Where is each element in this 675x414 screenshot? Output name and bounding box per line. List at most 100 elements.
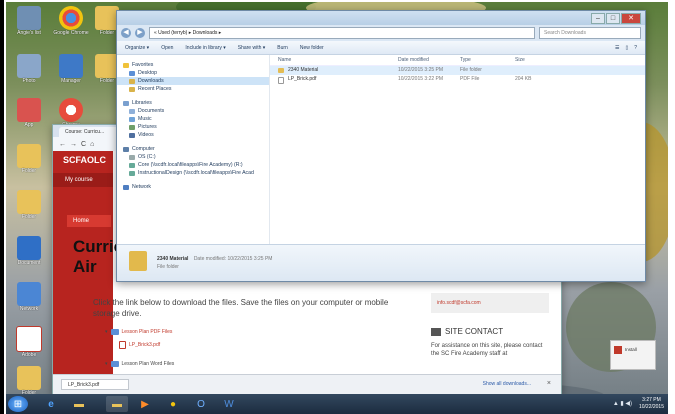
file-row[interactable]: LP_Brick.pdf 10/22/2015 3:22 PM PDF File…	[270, 75, 645, 84]
nav-instructional-drive[interactable]: InstructionalDesign (\\scdfr.local\filea…	[117, 169, 269, 177]
new-folder-button[interactable]: New folder	[300, 45, 324, 51]
chrome-icon	[59, 98, 83, 122]
clock[interactable]: 3:27 PM 10/22/2015	[639, 397, 664, 411]
nav-core-drive[interactable]: Core (\\scdfr.local\fileapps\Fire Academ…	[117, 161, 269, 169]
taskbar-ie[interactable]: e	[40, 396, 62, 412]
nav-recent[interactable]: Recent Places	[117, 85, 269, 93]
column-type[interactable]: Type	[460, 57, 471, 63]
taskbar-explorer-active[interactable]: ▬	[106, 396, 128, 412]
star-icon	[123, 62, 129, 68]
desktop-icon-label: Adobe	[21, 352, 37, 358]
nav-libraries[interactable]: Libraries	[117, 99, 269, 107]
start-button[interactable]: ⊞	[8, 396, 28, 412]
share-button[interactable]: Share with ▾	[238, 45, 266, 51]
desktop-icon[interactable]: Folder	[8, 144, 50, 174]
column-date[interactable]: Date modified	[398, 57, 429, 63]
nav-documents[interactable]: Documents	[117, 107, 269, 115]
pictures-icon	[129, 124, 135, 130]
file-row[interactable]: 2340 Material 10/22/2015 3:25 PM File fo…	[270, 66, 645, 75]
nav-label: Network	[132, 184, 152, 190]
nav-downloads[interactable]: Downloads	[117, 77, 269, 85]
window-titlebar[interactable]: – □ ✕	[117, 11, 645, 25]
details-name: 2340 Material	[157, 256, 189, 262]
folder-icon	[110, 329, 119, 335]
desktop-icon[interactable]: Document	[8, 236, 50, 266]
taskbar-outlook[interactable]: O	[190, 396, 212, 412]
taskbar-media[interactable]: ▶	[134, 396, 156, 412]
forward-icon[interactable]: ▶	[135, 28, 145, 38]
details-type: File folder	[157, 264, 179, 270]
documents-icon	[129, 108, 135, 114]
notification-tile[interactable]: Install	[610, 340, 656, 370]
folder-icon	[17, 144, 41, 168]
desktop-icon[interactable]: Adobe	[8, 326, 50, 358]
doc-icon	[17, 236, 41, 260]
image-icon	[17, 54, 41, 78]
desktop-icon[interactable]: Angie's list	[8, 6, 50, 36]
views-icon[interactable]: ☰	[615, 45, 619, 51]
desktop-icon[interactable]: Folder	[8, 366, 50, 396]
view-controls: ☰ ▯ ?	[615, 45, 637, 51]
nav-pictures[interactable]: Pictures	[117, 123, 269, 131]
address-bar[interactable]: « Used (terryb) ▸ Downloads ▸	[149, 27, 535, 39]
burn-button[interactable]: Burn	[277, 45, 288, 51]
column-name[interactable]: Name	[278, 57, 291, 63]
organize-button[interactable]: Organize ▾	[125, 45, 149, 51]
desktop-icon[interactable]: Folder	[8, 190, 50, 220]
back-icon[interactable]: ←	[59, 141, 66, 148]
desktop-icon-label: Folder	[21, 168, 37, 174]
maximize-button[interactable]: □	[606, 13, 620, 24]
back-icon[interactable]: ◀	[121, 28, 131, 38]
my-courses-link[interactable]: My course	[53, 173, 113, 187]
taskbar-explorer[interactable]: ▬	[68, 396, 90, 412]
taskbar-chrome[interactable]: ●	[162, 396, 184, 412]
nav-os-drive[interactable]: OS (C:)	[117, 153, 269, 161]
reload-icon[interactable]: C	[81, 141, 86, 148]
pdf-files-item[interactable]: ▾ Lesson Plan PDF Files	[105, 329, 172, 335]
home-icon[interactable]: ⌂	[90, 141, 94, 148]
pdf-icon	[119, 341, 126, 349]
nav-label: Favorites	[132, 62, 154, 68]
nav-music[interactable]: Music	[117, 115, 269, 123]
desktop-icon[interactable]: Photo	[8, 54, 50, 84]
nav-network[interactable]: Network	[117, 183, 269, 191]
desktop-icon[interactable]: Network	[8, 282, 50, 312]
chevron-down-icon: ▾	[105, 329, 108, 335]
forward-icon[interactable]: →	[70, 141, 77, 148]
word-files-item[interactable]: ▾ Lesson Plan Word Files	[105, 361, 174, 367]
include-library-button[interactable]: Include in library ▾	[185, 45, 225, 51]
show-all-downloads-link[interactable]: Show all downloads...	[483, 381, 531, 387]
taskbar-word[interactable]: W	[218, 396, 240, 412]
file-size: 204 KB	[515, 76, 532, 82]
desktop-icon[interactable]: App	[8, 98, 50, 128]
nav-desktop[interactable]: Desktop	[117, 69, 269, 77]
details-pane: 2340 Material Date modified: 10/22/2015 …	[117, 244, 645, 281]
preview-pane-icon[interactable]: ▯	[625, 45, 628, 51]
download-item[interactable]: LP_Brick3.pdf	[61, 379, 129, 390]
column-size[interactable]: Size	[515, 57, 525, 63]
open-button[interactable]: Open	[161, 45, 173, 51]
nav-favorites[interactable]: Favorites	[117, 61, 269, 69]
word-files-label: Lesson Plan Word Files	[121, 361, 175, 367]
site-name[interactable]: SCFAOLC	[63, 155, 106, 165]
pdf-file-link[interactable]: LP_Brick3.pdf	[119, 341, 160, 349]
site-contact-label: SITE CONTACT	[445, 327, 504, 336]
explorer-window[interactable]: – □ ✕ ◀ ▶ « Used (terryb) ▸ Downloads ▸ …	[116, 10, 646, 282]
folder-icon	[17, 190, 41, 214]
close-button[interactable]: ✕	[621, 13, 641, 24]
help-icon[interactable]: ?	[634, 45, 637, 51]
search-input[interactable]: Search Downloads	[539, 27, 641, 39]
contact-icon	[431, 327, 441, 336]
minimize-button[interactable]: –	[591, 13, 605, 24]
pdf-files-label: Lesson Plan PDF Files	[121, 329, 173, 335]
nav-label: Music	[138, 116, 152, 122]
nav-videos[interactable]: Videos	[117, 131, 269, 139]
system-tray[interactable]: ▲ ▮ ◀)	[613, 400, 632, 407]
nav-computer[interactable]: Computer	[117, 145, 269, 153]
pdf-icon	[278, 77, 284, 84]
home-button[interactable]: Home	[67, 215, 111, 227]
pdf-icon	[16, 326, 42, 352]
email-link[interactable]: info.scdf@scfa.com	[431, 293, 549, 313]
file-name: LP_Brick.pdf	[288, 76, 317, 82]
close-icon[interactable]: ×	[547, 380, 551, 387]
